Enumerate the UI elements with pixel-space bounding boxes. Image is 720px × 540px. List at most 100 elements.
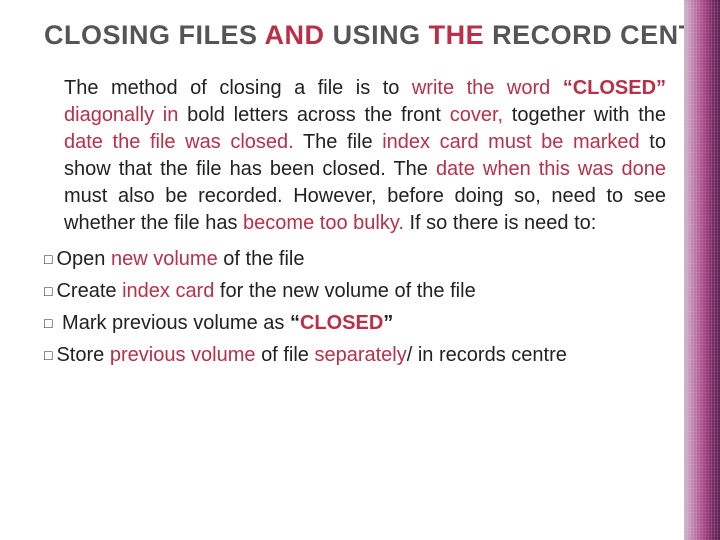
para-word: bold xyxy=(187,104,225,126)
list-word: the xyxy=(246,248,274,270)
para-word: to xyxy=(649,131,666,153)
para-word: card xyxy=(440,131,479,153)
title-word: FILES xyxy=(179,20,258,50)
list-word: CLOSED xyxy=(300,312,383,334)
list-word: previous xyxy=(112,312,188,334)
para-word: file xyxy=(347,131,373,153)
title-word: AND xyxy=(265,20,325,50)
list-item: □ Mark previous volume as “CLOSED” xyxy=(44,307,676,339)
para-word: recorded. xyxy=(198,185,283,207)
title-word: RECORD xyxy=(492,20,612,50)
para-word: The xyxy=(64,77,98,99)
para-word: become xyxy=(243,212,314,234)
checkbox-icon: □ xyxy=(44,252,52,266)
para-word: closing xyxy=(219,77,281,99)
para-word: when xyxy=(483,158,531,180)
list-word: the xyxy=(249,280,277,302)
list-word: ” xyxy=(383,312,393,334)
list-word: / xyxy=(407,344,413,366)
para-word: to xyxy=(607,185,624,207)
list-word: Create xyxy=(56,280,116,302)
para-word: closed. xyxy=(230,131,293,153)
list-word: file xyxy=(283,344,309,366)
list-word: of xyxy=(395,280,412,302)
list-word: centre xyxy=(511,344,567,366)
para-word: closed. xyxy=(322,158,385,180)
para-word: is xyxy=(356,77,370,99)
para-word: too xyxy=(320,212,348,234)
title-word: USING xyxy=(333,20,421,50)
para-word: so, xyxy=(514,185,541,207)
list-word: Mark xyxy=(62,312,106,334)
para-word: file xyxy=(196,158,222,180)
title-word: CLOSING xyxy=(44,20,171,50)
para-word: has xyxy=(205,212,237,234)
para-word: write xyxy=(412,77,454,99)
para-word: the xyxy=(113,131,141,153)
list-word: card xyxy=(175,280,214,302)
para-word: the xyxy=(638,104,666,126)
para-word: index xyxy=(382,131,430,153)
para-word: across xyxy=(297,104,356,126)
list-word: records xyxy=(439,344,506,366)
para-word: doing xyxy=(455,185,504,207)
list-word: “ xyxy=(290,312,300,334)
para-word: letters xyxy=(234,104,288,126)
para-word: that xyxy=(119,158,152,180)
list-word: file xyxy=(450,280,476,302)
list-word: previous xyxy=(110,344,186,366)
para-word: must xyxy=(64,185,107,207)
para-word: to: xyxy=(574,212,596,234)
para-word: must xyxy=(488,131,531,153)
para-word: the xyxy=(364,104,392,126)
bullet-list: □Open new volume of the file□Create inde… xyxy=(44,243,676,371)
para-word: in xyxy=(163,104,179,126)
para-word: be xyxy=(165,185,187,207)
para-word: the xyxy=(467,77,495,99)
list-word: as xyxy=(263,312,284,334)
list-item: □Open new volume of the file xyxy=(44,243,676,275)
para-word: file xyxy=(318,77,344,99)
para-word: The xyxy=(393,158,427,180)
para-word: also xyxy=(118,185,155,207)
para-word: there xyxy=(453,212,499,234)
list-word: file xyxy=(279,248,305,270)
para-word: bulky. xyxy=(353,212,404,234)
list-word: for xyxy=(220,280,243,302)
checkbox-icon: □ xyxy=(44,348,52,362)
list-word: of xyxy=(261,344,278,366)
list-word: in xyxy=(418,344,434,366)
list-item: □Create index card for the new volume of… xyxy=(44,275,676,307)
list-word: volume xyxy=(193,312,257,334)
para-word: whether xyxy=(64,212,135,234)
list-word: of xyxy=(223,248,240,270)
checkbox-icon: □ xyxy=(44,284,52,298)
para-word: cover, xyxy=(450,104,503,126)
para-word: If xyxy=(409,212,420,234)
para-word: was xyxy=(185,131,221,153)
para-word: was xyxy=(578,158,614,180)
para-word: date xyxy=(436,158,475,180)
para-word: word xyxy=(507,77,550,99)
para-word: The xyxy=(303,131,337,153)
list-word: Store xyxy=(56,344,104,366)
list-word: volume xyxy=(324,280,388,302)
list-item: □Store previous volume of file separatel… xyxy=(44,339,676,371)
para-word: been xyxy=(270,158,315,180)
para-word: is xyxy=(504,212,518,234)
para-word: marked xyxy=(573,131,640,153)
title-word: THE xyxy=(429,20,485,50)
para-word: done xyxy=(622,158,667,180)
para-word: front xyxy=(401,104,441,126)
para-word: before xyxy=(387,185,444,207)
list-word: the xyxy=(417,280,445,302)
para-word: the xyxy=(160,158,188,180)
para-word: this xyxy=(539,158,570,180)
list-word: Open xyxy=(56,248,105,270)
para-word: show xyxy=(64,158,111,180)
checkbox-icon: □ xyxy=(44,316,52,330)
list-word: new xyxy=(111,248,148,270)
main-paragraph: The method of closing a file is to write… xyxy=(64,75,666,237)
para-word: “CLOSED” xyxy=(563,77,666,99)
list-word: separately xyxy=(314,344,406,366)
